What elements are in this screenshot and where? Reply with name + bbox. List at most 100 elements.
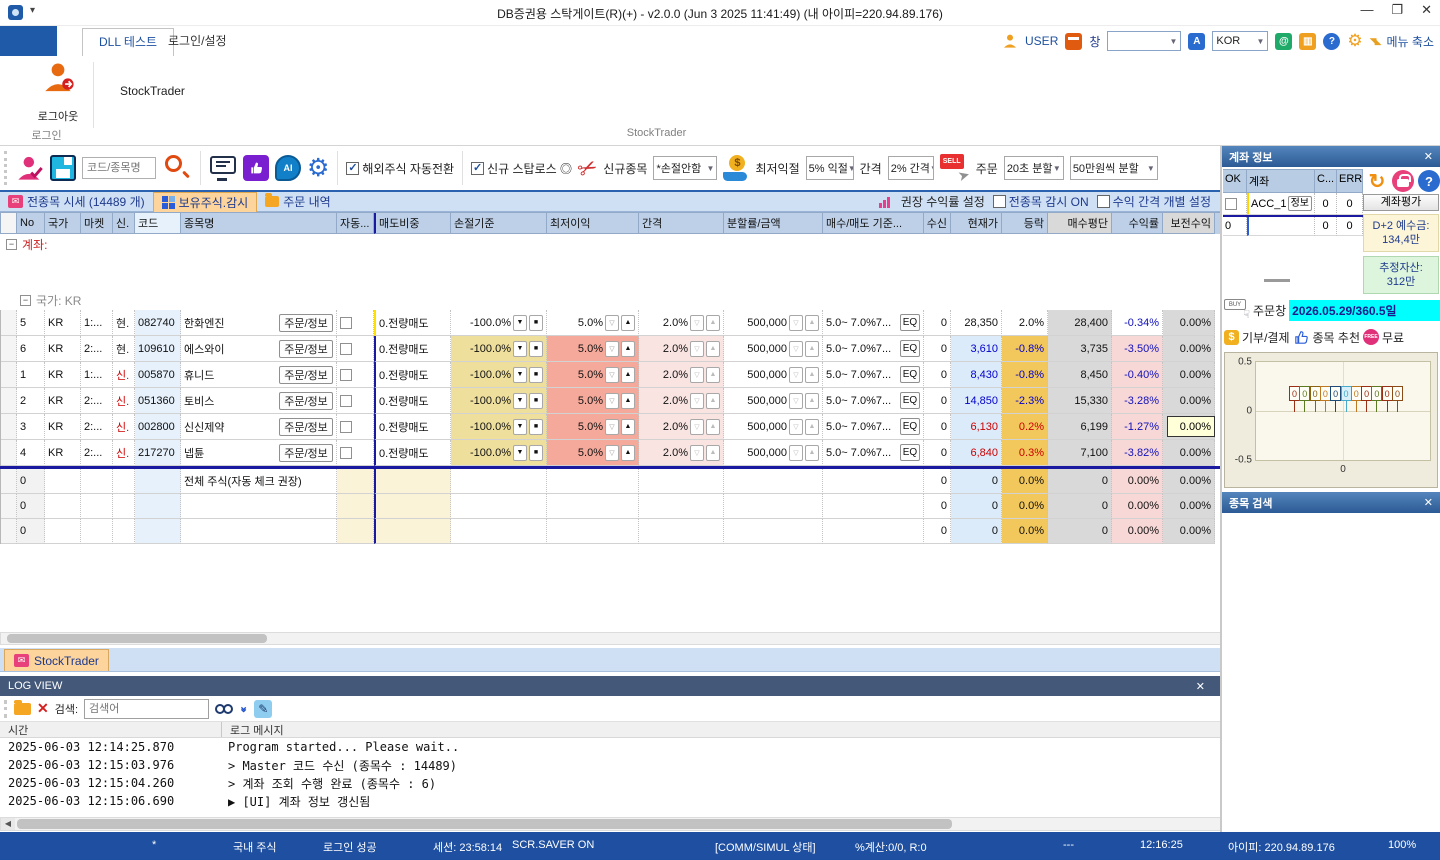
contact-icon[interactable]: @ <box>1275 33 1292 50</box>
lock-icon[interactable] <box>1392 170 1414 192</box>
search-close-icon[interactable]: ✕ <box>1424 496 1433 509</box>
spin-down[interactable]: ▽ <box>605 341 619 357</box>
spin-down[interactable]: ▽ <box>690 367 704 383</box>
gap-individual-checkbox[interactable]: 수익 간격 개별 설정 <box>1097 193 1211 210</box>
spin-down[interactable]: ▽ <box>789 315 803 331</box>
stock-row[interactable]: 5 KR 1:... 현. 082740 한화엔진주문/정보 0.전량매도 -1… <box>0 310 1221 336</box>
spin-up[interactable]: ▲ <box>706 341 720 357</box>
log-row[interactable]: 2025-06-03 12:14:25.870 Program started.… <box>0 738 1221 756</box>
summary-row[interactable]: 0 0 0 0.0% 0 0.00% 0.00% <box>0 519 1221 544</box>
col-header[interactable]: No <box>17 213 45 234</box>
log-row[interactable]: 2025-06-03 12:15:04.260 > 계좌 조회 수행 완료 (종… <box>0 774 1221 792</box>
auto-checkbox[interactable] <box>340 421 352 433</box>
account-row-empty[interactable]: 0 0 0 <box>1223 217 1363 236</box>
order-info-button[interactable]: 주문/정보 <box>279 418 333 436</box>
account-check-icon[interactable] <box>16 154 44 182</box>
refresh-icon[interactable]: ↻ <box>1366 170 1388 192</box>
summary-row[interactable]: 0 전체 주식(자동 체크 권장) 0 0 0.0% 0 0.00% 0.00% <box>0 469 1221 494</box>
spin-up[interactable]: ▲ <box>706 367 720 383</box>
ai-icon[interactable]: AI <box>275 155 301 181</box>
col-header[interactable]: 매수평단 <box>1048 213 1112 234</box>
profit-setting-link[interactable]: 권장 수익률 설정 <box>901 193 985 210</box>
scroll-to-bottom-icon[interactable]: ⌄⌄ <box>239 704 248 713</box>
help-icon[interactable]: ? <box>1323 33 1340 50</box>
grid-hscrollbar[interactable] <box>0 632 1221 645</box>
log-row[interactable]: 2025-06-03 12:15:03.976 > Master 코드 수신 (… <box>0 756 1221 774</box>
spin-up[interactable]: ▲ <box>706 315 720 331</box>
spin-up[interactable]: ▲ <box>805 367 819 383</box>
spin-down[interactable]: ▽ <box>690 341 704 357</box>
edit-log-icon[interactable]: ✎ <box>254 700 272 718</box>
account-close-icon[interactable]: ✕ <box>1424 150 1433 163</box>
account-scroll-thumb[interactable] <box>1264 279 1290 282</box>
watch-all-checkbox[interactable]: 전종목 감시 ON <box>993 193 1089 210</box>
col-header[interactable]: 분할률/금액 <box>724 213 823 234</box>
sell-icon[interactable]: SELL➤ <box>940 154 970 182</box>
tab-login-settings[interactable]: 로그인/설정 <box>152 28 243 56</box>
spin-down[interactable]: ▽ <box>789 341 803 357</box>
question-icon[interactable]: ? <box>1418 170 1440 192</box>
group-row-account[interactable]: − 계좌: <box>0 234 1221 254</box>
tab-stocktrader-doc[interactable]: ✉StockTrader <box>4 649 109 671</box>
spin-up[interactable]: ▲ <box>706 445 720 461</box>
stock-row[interactable]: 6 KR 2:... 현. 109610 에스와이주문/정보 0.전량매도 -1… <box>0 336 1221 362</box>
restore-button[interactable]: ❐ <box>1391 2 1403 18</box>
spin-up[interactable]: ▲ <box>621 341 635 357</box>
thumbs-up-icon[interactable] <box>243 155 269 181</box>
spin-down[interactable]: ▼ <box>513 341 527 357</box>
min-profit-select[interactable]: 5% 익절▼ <box>806 156 854 180</box>
stock-row[interactable]: 4 KR 2:... 신. 217270 넵튠주문/정보 0.전량매도 -100… <box>0 440 1221 466</box>
spin-up[interactable]: ▲ <box>706 419 720 435</box>
log-row[interactable]: 2025-06-03 12:15:06.690 ▶ [UI] 계좌 정보 갱신됨 <box>0 792 1221 810</box>
spin-down[interactable]: ▼ <box>513 445 527 461</box>
gap-select[interactable]: 2% 간격▼ <box>888 156 934 180</box>
settings-gear-icon[interactable]: ⚙ <box>1347 31 1362 51</box>
code-search-input[interactable] <box>82 157 156 179</box>
manual-icon[interactable]: ▥ <box>1299 33 1316 50</box>
spin-down[interactable]: ▽ <box>690 445 704 461</box>
acct-col-header[interactable]: 계좌 <box>1247 169 1315 193</box>
spin-up[interactable]: ▲ <box>805 315 819 331</box>
col-header[interactable]: 현재가 <box>951 213 1002 234</box>
acct-col-header[interactable]: C... <box>1315 169 1337 193</box>
spin-down[interactable]: ▽ <box>789 419 803 435</box>
col-header[interactable]: 보전수익 <box>1163 213 1215 234</box>
col-header[interactable]: 마켓 <box>81 213 113 234</box>
spin-stop[interactable]: ■ <box>529 445 543 461</box>
order-info-button[interactable]: 주문/정보 <box>279 366 333 384</box>
close-button[interactable]: ✕ <box>1421 2 1432 18</box>
tab-all-quotes[interactable]: ✉전종목 시세 (14489 개) <box>0 192 153 212</box>
summary-row[interactable]: 0 0 0 0.0% 0 0.00% 0.00% <box>0 494 1221 519</box>
account-evaluate-button[interactable]: 계좌평가 <box>1363 194 1439 211</box>
save-icon[interactable] <box>50 155 76 181</box>
spin-down[interactable]: ▽ <box>605 419 619 435</box>
log-search-input[interactable] <box>84 699 209 719</box>
auto-checkbox[interactable] <box>340 369 352 381</box>
stoploss-checkbox[interactable]: ✓신규 스탑로스 ◎ <box>471 160 572 177</box>
group-row-country[interactable]: − 국가: KR <box>0 290 1221 310</box>
money-hand-icon[interactable]: $ <box>723 155 749 181</box>
order-info-button[interactable]: 주문/정보 <box>279 392 333 410</box>
col-header[interactable]: 손절기준 <box>451 213 547 234</box>
auto-checkbox[interactable] <box>340 447 352 459</box>
stock-row[interactable]: 2 KR 2:... 신. 051360 토비스주문/정보 0.전량매도 -10… <box>0 388 1221 414</box>
spin-up[interactable]: ▲ <box>621 367 635 383</box>
stock-row[interactable]: 1 KR 1:... 신. 005870 휴니드주문/정보 0.전량매도 -10… <box>0 362 1221 388</box>
eq-button[interactable]: EQ <box>900 314 920 331</box>
new-item-select[interactable]: *손절안함▼ <box>653 156 717 180</box>
spin-up[interactable]: ▲ <box>805 419 819 435</box>
open-log-icon[interactable] <box>14 703 31 715</box>
collapse-icon[interactable]: − <box>20 295 31 306</box>
col-header[interactable]: 신. <box>113 213 135 234</box>
language-select[interactable]: KOR▼ <box>1212 31 1268 51</box>
eq-button[interactable]: EQ <box>900 366 920 383</box>
eq-button[interactable]: EQ <box>900 444 920 461</box>
spin-up[interactable]: ▲ <box>621 445 635 461</box>
eq-button[interactable]: EQ <box>900 340 920 357</box>
col-header[interactable]: 최저이익 <box>547 213 639 234</box>
col-header[interactable] <box>1 213 17 234</box>
donate-link[interactable]: 기부/결제 <box>1242 329 1290 346</box>
scissors-icon[interactable]: ✂ <box>573 152 602 185</box>
col-header[interactable]: 간격 <box>639 213 724 234</box>
spin-up[interactable]: ▲ <box>621 393 635 409</box>
